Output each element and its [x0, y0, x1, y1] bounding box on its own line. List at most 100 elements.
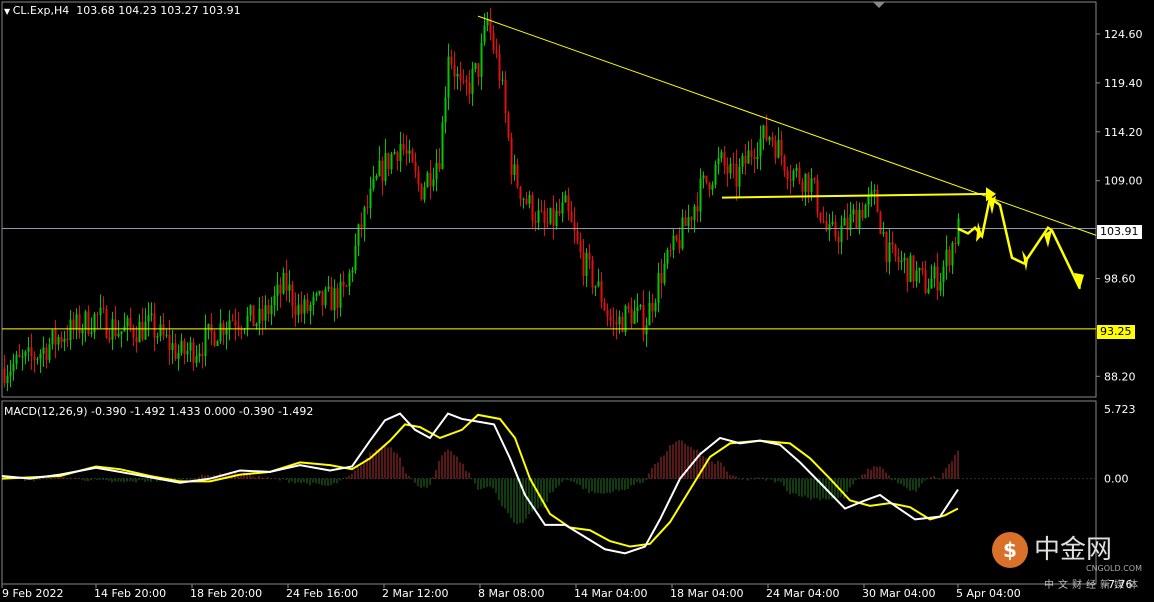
candle-bear: [402, 144, 405, 150]
candle-bull: [159, 324, 162, 337]
candle-bull: [951, 242, 954, 266]
candle-bull: [333, 288, 336, 311]
candle-bull: [831, 221, 834, 224]
candle-bull: [915, 270, 918, 282]
candle-bull: [702, 175, 705, 179]
candle-bear: [708, 182, 711, 190]
candle-bear: [114, 319, 117, 337]
candle-bull: [63, 338, 66, 342]
candle-bear: [192, 342, 195, 363]
candle-bull: [852, 209, 855, 215]
candle-bear: [213, 331, 216, 347]
candle-bear: [492, 32, 495, 51]
macd-panel: [1, 412, 1096, 555]
candle-bear: [576, 230, 579, 242]
candle-bull: [372, 178, 375, 189]
candle-bear: [234, 320, 237, 326]
candle-bull: [843, 217, 846, 226]
time-tick-label: 24 Mar 04:00: [766, 587, 839, 600]
candle-bear: [819, 212, 822, 222]
candle-bull: [51, 329, 54, 345]
candle-bear: [606, 310, 609, 317]
candle-bull: [228, 320, 231, 329]
macd-header: MACD(12,26,9) -0.390 -1.492 1.433 0.000 …: [4, 405, 313, 418]
candle-bear: [723, 152, 726, 166]
candle-bear: [345, 285, 348, 287]
candle-bear: [552, 208, 555, 226]
candle-bull: [180, 340, 183, 353]
candle-bull: [957, 218, 960, 245]
brand-domain: CNGOLD.COM: [1085, 564, 1142, 573]
candle-bull: [81, 329, 84, 334]
candle-bear: [465, 80, 468, 83]
candle-bear: [30, 347, 33, 357]
time-tick-label: 14 Feb 20:00: [94, 587, 166, 600]
axes: 9 Feb 2022 14 Feb 20:00 18 Feb 20:00 24 Feb…: [1, 28, 1143, 600]
candle-bear: [615, 321, 618, 325]
candle-bull: [717, 158, 720, 165]
candle-bear: [588, 252, 591, 260]
candle-bear: [360, 224, 363, 228]
candle-bull: [399, 144, 402, 162]
candle-bull: [282, 272, 285, 294]
candle-bear: [675, 235, 678, 240]
candle-bear: [798, 168, 801, 182]
candle-bear: [411, 150, 414, 163]
candle-bull: [309, 304, 312, 312]
candle-bear: [174, 343, 177, 360]
candle-bear: [336, 288, 339, 308]
candle-bear: [477, 63, 480, 77]
candle-bull: [693, 206, 696, 220]
candle-bull: [648, 302, 651, 326]
candle-bear: [459, 73, 462, 80]
descending-trendline: [477, 15, 1097, 236]
candle-bull: [216, 341, 219, 347]
candle-bull: [720, 152, 723, 159]
candle-bull: [645, 325, 648, 335]
time-tick-label: 18 Feb 20:00: [190, 587, 262, 600]
candle-bear: [765, 125, 768, 141]
candle-bear: [453, 64, 456, 77]
candle-bull: [15, 354, 18, 364]
candle-bull: [315, 293, 318, 297]
candle-bull: [663, 263, 666, 284]
ohlc-values: 103.68 104.23 103.27 103.91: [76, 4, 241, 17]
candle-bull: [441, 122, 444, 170]
candle-bear: [366, 207, 369, 209]
candle-bear: [813, 178, 816, 180]
brand-tagline: 中文财经新媒体: [1044, 580, 1142, 591]
candle-bull: [39, 353, 42, 359]
candle-bear: [771, 136, 774, 142]
price-tick-label: 124.60: [1104, 28, 1143, 41]
candle-bull: [909, 255, 912, 282]
candle-bull: [111, 319, 114, 340]
candle-bear: [495, 50, 498, 54]
projection-arrow-icon: [1022, 250, 1028, 271]
candle-bear: [231, 320, 234, 322]
candle-bull: [804, 173, 807, 192]
time-tick-label: 14 Mar 04:00: [574, 587, 647, 600]
time-tick-label: 9 Feb 2022: [2, 587, 63, 600]
candle-bear: [468, 82, 471, 94]
candle-bear: [573, 221, 576, 231]
candle-bear: [582, 252, 585, 276]
candle-bull: [792, 170, 795, 181]
candle-bull: [810, 178, 813, 193]
candle-bear: [183, 340, 186, 355]
candle-bear: [669, 249, 672, 251]
candle-bull: [249, 305, 252, 316]
candle-bear: [306, 299, 309, 312]
candle-bull: [942, 266, 945, 283]
candle-bull: [27, 347, 30, 352]
candle-bear: [534, 220, 537, 223]
time-tick-label: 2 Mar 12:00: [382, 587, 448, 600]
candle-bear: [750, 150, 753, 157]
candle-bear: [261, 308, 264, 321]
candle-bull: [276, 284, 279, 296]
candle-bear: [72, 319, 75, 329]
candle-bull: [351, 270, 354, 273]
candle-bull: [636, 306, 639, 312]
candle-bull: [549, 208, 552, 224]
time-tick-label: 30 Mar 04:00: [862, 587, 935, 600]
candle-bear: [579, 241, 582, 253]
